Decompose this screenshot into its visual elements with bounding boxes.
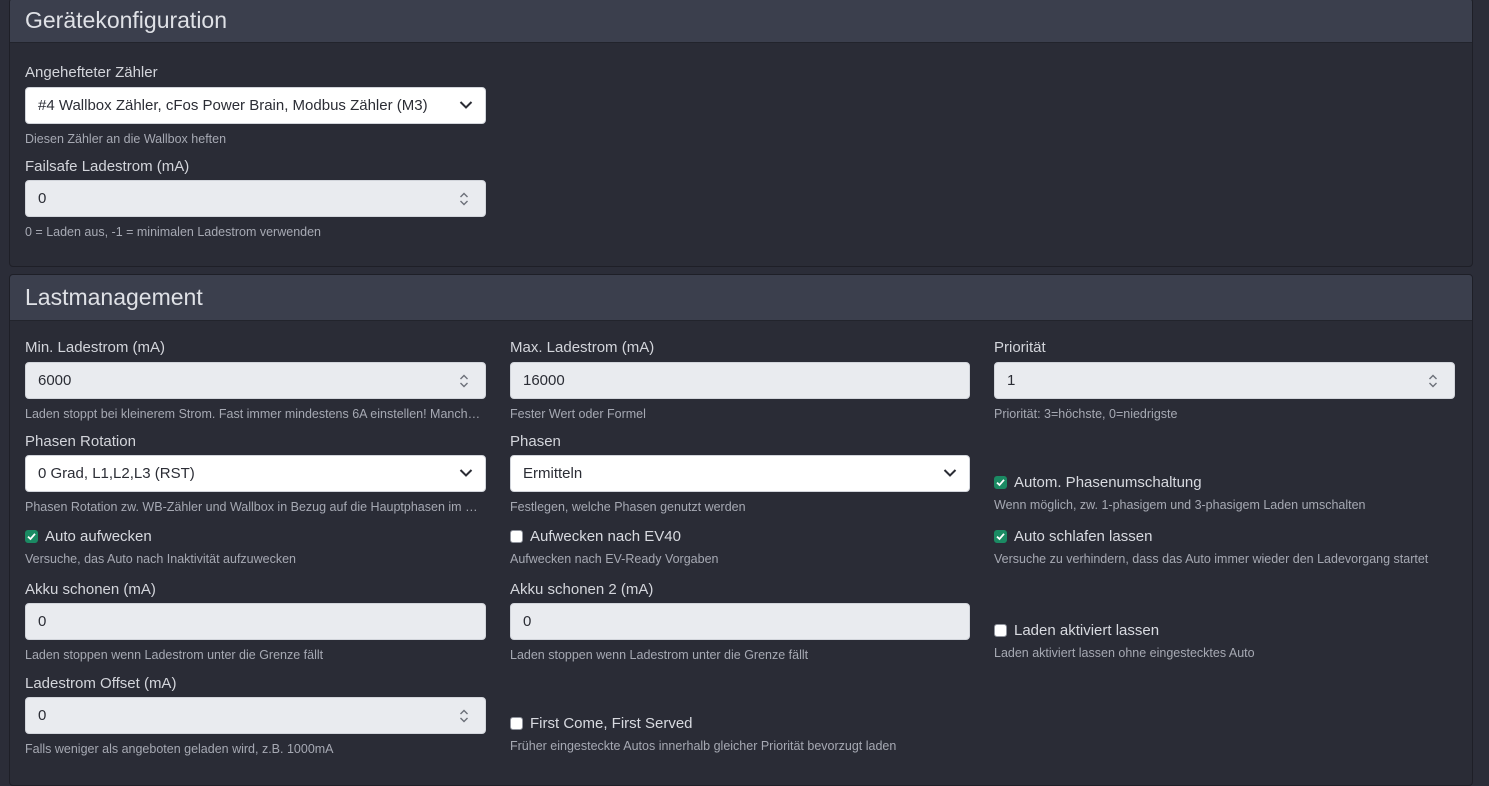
auto-wake-label: Auto aufwecken [45,527,152,545]
max-current-value: 16000 [523,372,565,389]
phases-value: Ermitteln [523,465,583,482]
max-current-help: Fester Wert oder Formel [510,407,646,421]
meter-label: Angehefteter Zähler [25,64,158,81]
battery-save-help: Laden stoppen wenn Ladestrom unter die G… [25,648,324,662]
battery-save2-field: Akku schonen 2 (mA) 0 Laden stoppen wenn… [510,580,970,662]
auto-wake-checkbox[interactable] [25,529,38,543]
keep-enabled-toggle[interactable]: Laden aktiviert lassen [994,619,1455,641]
max-current-input[interactable]: 16000 [510,362,970,399]
min-current-input[interactable]: 6000 [25,362,486,399]
auto-phase-switch-checkbox[interactable] [994,475,1007,489]
auto-wake-toggle[interactable]: Auto aufwecken [25,525,486,547]
offset-value: 0 [38,707,47,724]
phases-label: Phasen [510,433,561,450]
phase-rotation-label: Phasen Rotation [25,433,136,450]
auto-phase-switch-label: Autom. Phasenumschaltung [1014,473,1202,491]
fcfs-toggle[interactable]: First Come, First Served [510,712,970,734]
min-current-field: Min. Ladestrom (mA) 6000 Laden stoppt be… [25,338,486,421]
keep-enabled-label: Laden aktiviert lassen [1014,621,1160,639]
phase-rotation-help: Phasen Rotation zw. WB-Zähler und Wallbo… [25,500,486,514]
spinner-arrows-icon[interactable] [459,373,469,389]
priority-label: Priorität [994,339,1046,356]
priority-help: Priorität: 3=höchste, 0=niedrigste [994,407,1178,421]
failsafe-help: 0 = Laden aus, -1 = minimalen Ladestrom … [25,225,322,239]
battery-save2-input[interactable]: 0 [510,603,970,640]
battery-save2-value: 0 [523,613,532,630]
min-current-value: 6000 [38,372,72,389]
keep-enabled-field: Laden aktiviert lassen Laden aktiviert l… [994,619,1455,660]
device-config-title: Gerätekonfiguration [10,0,1472,43]
battery-save-value: 0 [38,613,47,630]
offset-help: Falls weniger als angeboten geladen wird… [25,742,334,756]
max-current-label: Max. Ladestrom (mA) [510,339,655,356]
meter-help: Diesen Zähler an die Wallbox heften [25,132,227,146]
failsafe-field: Failsafe Ladestrom (mA) 0 0 = Laden aus,… [25,157,486,239]
fcfs-label: First Come, First Served [530,714,693,732]
auto-wake-help: Versuche, das Auto nach Inaktivität aufz… [25,552,297,566]
wake-ev40-help: Aufwecken nach EV-Ready Vorgaben [510,552,719,566]
checkmark-icon [996,478,1005,486]
offset-input[interactable]: 0 [25,697,486,734]
load-management-title: Lastmanagement [10,275,1472,321]
battery-save2-label: Akku schonen 2 (mA) [510,581,654,598]
phases-help: Festlegen, welche Phasen genutzt werden [510,500,746,514]
fcfs-checkbox[interactable] [510,716,523,730]
auto-sleep-toggle[interactable]: Auto schlafen lassen [994,525,1455,547]
battery-save2-help: Laden stoppen wenn Ladestrom unter die G… [510,648,809,662]
battery-save-label: Akku schonen (mA) [25,581,156,598]
offset-label: Ladestrom Offset (mA) [25,675,177,692]
phases-select[interactable]: Ermitteln [510,455,970,492]
auto-sleep-help: Versuche zu verhindern, dass das Auto im… [994,552,1429,566]
priority-value: 1 [1007,372,1016,389]
meter-select[interactable]: #4 Wallbox Zähler, cFos Power Brain, Mod… [25,87,486,124]
phase-rotation-field: Phasen Rotation 0 Grad, L1,L2,L3 (RST) P… [25,432,486,514]
spinner-arrows-icon[interactable] [459,708,469,724]
auto-sleep-checkbox[interactable] [994,529,1007,543]
keep-enabled-help: Laden aktiviert lassen ohne eingesteckte… [994,646,1255,660]
chevron-down-icon [943,469,957,477]
failsafe-input[interactable]: 0 [25,180,486,217]
min-current-label: Min. Ladestrom (mA) [25,339,166,356]
checkmark-icon [996,532,1005,540]
phases-field: Phasen Ermitteln Festlegen, welche Phase… [510,432,970,514]
priority-input[interactable]: 1 [994,362,1455,399]
offset-field: Ladestrom Offset (mA) 0 Falls weniger al… [25,674,486,756]
chevron-down-icon [459,101,473,109]
phase-rotation-value: 0 Grad, L1,L2,L3 (RST) [38,465,195,482]
spinner-arrows-icon[interactable] [1428,373,1438,389]
auto-sleep-label: Auto schlafen lassen [1014,527,1153,545]
auto-phase-switch-help: Wenn möglich, zw. 1-phasigem und 3-phasi… [994,498,1366,512]
phase-rotation-select[interactable]: 0 Grad, L1,L2,L3 (RST) [25,455,486,492]
keep-enabled-checkbox[interactable] [994,623,1007,637]
failsafe-label: Failsafe Ladestrom (mA) [25,158,190,175]
auto-phase-switch-toggle[interactable]: Autom. Phasenumschaltung [994,471,1455,493]
wake-ev40-label: Aufwecken nach EV40 [530,527,681,545]
wake-ev40-field: Aufwecken nach EV40 Aufwecken nach EV-Re… [510,525,970,566]
auto-wake-field: Auto aufwecken Versuche, das Auto nach I… [25,525,486,566]
priority-field: Priorität 1 Priorität: 3=höchste, 0=nied… [994,338,1455,421]
chevron-down-icon [459,469,473,477]
meter-select-value: #4 Wallbox Zähler, cFos Power Brain, Mod… [38,97,428,114]
wake-ev40-toggle[interactable]: Aufwecken nach EV40 [510,525,970,547]
spinner-arrows-icon[interactable] [459,191,469,207]
min-current-help: Laden stoppt bei kleinerem Strom. Fast i… [25,407,486,421]
fcfs-field: First Come, First Served Früher eingeste… [510,712,970,753]
auto-sleep-field: Auto schlafen lassen Versuche zu verhind… [994,525,1455,566]
fcfs-help: Früher eingesteckte Autos innerhalb glei… [510,739,897,753]
meter-field: Angehefteter Zähler #4 Wallbox Zähler, c… [25,63,486,146]
auto-phase-switch-field: Autom. Phasenumschaltung Wenn möglich, z… [994,471,1455,512]
battery-save-input[interactable]: 0 [25,603,486,640]
battery-save-field: Akku schonen (mA) 0 Laden stoppen wenn L… [25,580,486,662]
checkmark-icon [27,532,36,540]
wake-ev40-checkbox[interactable] [510,529,523,543]
failsafe-value: 0 [38,190,47,207]
max-current-field: Max. Ladestrom (mA) 16000 Fester Wert od… [510,338,970,421]
